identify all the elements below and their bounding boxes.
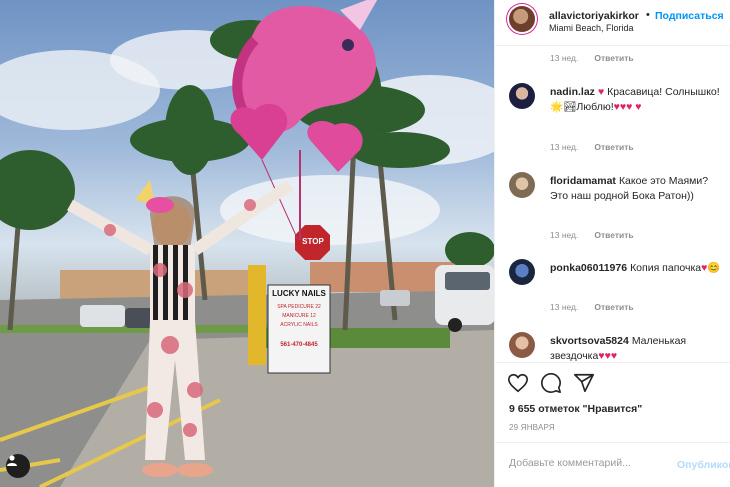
add-comment-bar: Опубликовать: [495, 442, 730, 487]
caption-time[interactable]: 13 нед.: [550, 53, 578, 63]
comments-list[interactable]: 13 нед. Ответить nadin.laz ♥ Красавица! Со…: [495, 47, 730, 361]
comment-username[interactable]: ponka06011976: [550, 262, 627, 274]
sign-title: LUCKY NAILS: [272, 289, 326, 298]
comment-meta: 13 нед. Ответить: [550, 302, 634, 312]
caption-meta: 13 нед. Ответить: [550, 53, 634, 63]
comment-meta: 13 нед. Ответить: [550, 142, 634, 152]
sign-phone: 561-470-4845: [280, 342, 318, 348]
post-header: allavictoriyakirkor • Подписаться Miami …: [495, 0, 730, 46]
comment-time[interactable]: 13 нед.: [550, 302, 578, 312]
comment-input[interactable]: [509, 457, 669, 469]
post-date[interactable]: 29 ЯНВАРЯ: [509, 423, 555, 432]
post-location[interactable]: Miami Beach, Florida: [549, 23, 634, 33]
comment-text: ponka06011976 Копия папочка♥😊: [550, 261, 722, 276]
author-username[interactable]: allavictoriyakirkor: [549, 10, 647, 22]
commenter-avatar[interactable]: [509, 172, 535, 198]
comment-username[interactable]: floridamamat: [550, 175, 616, 187]
comment-text: nadin.laz ♥ Красавица! Солнышко!🌟🏞Люблю!♥…: [550, 85, 722, 115]
caption-reply-button[interactable]: Ответить: [594, 53, 633, 63]
comment-text: floridamamat Какое это Маями? Это наш род…: [550, 174, 722, 204]
author-avatar[interactable]: [509, 6, 535, 32]
comment-time[interactable]: 13 нед.: [550, 230, 578, 240]
comment-text: skvortsova5824 Маленькая звездочка♥♥♥: [550, 334, 722, 361]
post-actions: 9 655 отметок "Нравится" 29 ЯНВАРЯ: [495, 362, 730, 442]
header-separator: •: [646, 9, 650, 21]
comment-reply-button[interactable]: Ответить: [594, 230, 633, 240]
comment-icon[interactable]: [540, 372, 562, 394]
comment-reply-button[interactable]: Ответить: [594, 142, 633, 152]
likes-count[interactable]: 9 655 отметок "Нравится": [509, 403, 642, 415]
comment-username[interactable]: nadin.laz: [550, 86, 595, 98]
follow-button[interactable]: Подписаться: [655, 10, 724, 22]
comment-meta: 13 нед. Ответить: [550, 230, 634, 240]
post-photo[interactable]: LUCKY NAILS SPA PEDICURE 22 MANICURE 12 …: [0, 0, 494, 487]
comment-body: Копия папочка♥😊: [630, 262, 721, 274]
stop-sign-label: STOP: [302, 237, 324, 246]
user-icon: [7, 455, 17, 466]
sign-line-2: MANICURE 12: [282, 313, 316, 319]
comment-time[interactable]: 13 нед.: [550, 142, 578, 152]
commenter-avatar[interactable]: [509, 259, 535, 285]
comment-reply-button[interactable]: Ответить: [594, 302, 633, 312]
lucky-nails-sign: LUCKY NAILS SPA PEDICURE 22 MANICURE 12 …: [268, 285, 330, 373]
sign-line-3: ACRYLIC NAILS: [280, 322, 318, 328]
commenter-avatar[interactable]: [509, 332, 535, 358]
heart-icon[interactable]: [507, 372, 529, 394]
photo-scene: [0, 0, 494, 487]
comment-username[interactable]: skvortsova5824: [550, 335, 629, 347]
sign-line-1: SPA PEDICURE 22: [277, 304, 321, 310]
tagged-user-icon[interactable]: [6, 454, 30, 478]
post-sidebar: allavictoriyakirkor • Подписаться Miami …: [494, 0, 730, 487]
share-icon[interactable]: [573, 372, 595, 394]
commenter-avatar[interactable]: [509, 83, 535, 109]
post-comment-button[interactable]: Опубликовать: [677, 459, 730, 471]
